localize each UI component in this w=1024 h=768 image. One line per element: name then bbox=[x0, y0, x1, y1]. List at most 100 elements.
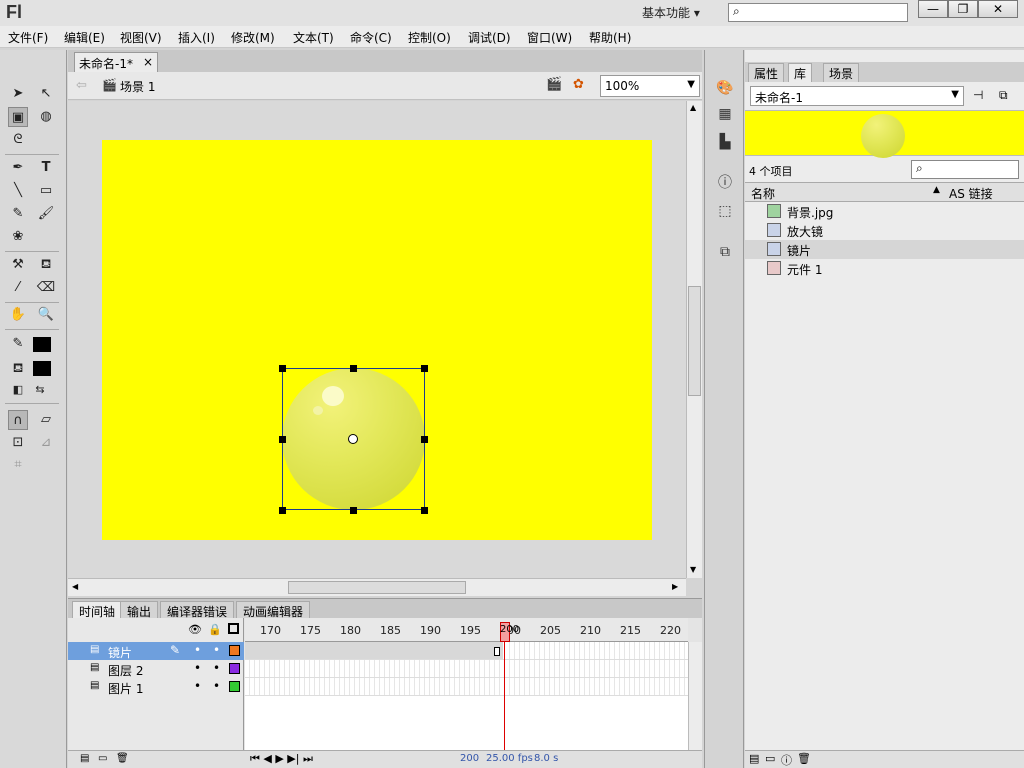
pencil-tool-icon[interactable]: ✎ bbox=[8, 204, 28, 224]
current-frame-value[interactable]: 200 bbox=[460, 753, 479, 764]
lock-dot[interactable]: • bbox=[213, 643, 220, 657]
playhead[interactable]: 200 bbox=[500, 622, 519, 642]
library-item[interactable]: 元件 1 bbox=[745, 259, 1024, 278]
tab-output[interactable]: 输出 bbox=[120, 601, 159, 619]
frame-row[interactable] bbox=[245, 660, 688, 678]
tab-timeline[interactable]: 时间轴 bbox=[72, 601, 123, 619]
layer-row[interactable]: ▤ 镜片 ✎ • • bbox=[68, 642, 244, 660]
scroll-down-icon[interactable]: ▼ bbox=[690, 565, 696, 574]
stage-horizontal-scrollbar[interactable]: ◀ ▶ bbox=[68, 578, 686, 596]
keyframe-marker[interactable] bbox=[494, 647, 500, 656]
menu-modify[interactable]: 修改(M) bbox=[231, 29, 275, 46]
scroll-left-icon[interactable]: ◀ bbox=[72, 582, 78, 591]
visibility-dot[interactable]: • bbox=[194, 643, 201, 657]
lock-icon[interactable]: 🔒 bbox=[208, 623, 222, 636]
menu-edit[interactable]: 编辑(E) bbox=[64, 29, 105, 46]
stage-vertical-scrollbar[interactable]: ▲ ▼ bbox=[686, 101, 702, 578]
lasso-tool-icon[interactable]: ᘓ bbox=[8, 130, 28, 150]
transform-handle[interactable] bbox=[421, 365, 428, 372]
lock-dot[interactable]: • bbox=[213, 679, 220, 693]
rotate-skew-icon[interactable]: ▱ bbox=[36, 410, 56, 430]
edit-symbols-icon[interactable]: ✿ bbox=[573, 77, 584, 92]
tab-scene[interactable]: 场景 bbox=[823, 63, 860, 82]
swap-colors-icon[interactable]: ⇆ bbox=[30, 380, 50, 400]
snap-to-objects-icon[interactable]: ∩ bbox=[8, 410, 28, 430]
info-panel-icon[interactable]: ⓘ bbox=[715, 173, 735, 193]
eraser-tool-icon[interactable]: ⌫ bbox=[36, 278, 56, 298]
layer-color-swatch[interactable] bbox=[229, 645, 240, 656]
menu-file[interactable]: 文件(F) bbox=[8, 29, 48, 46]
hand-tool-icon[interactable]: ✋ bbox=[8, 305, 28, 325]
frame-ruler[interactable]: 170 175 180 185 190 195 200 205 210 215 … bbox=[245, 618, 688, 642]
delete-layer-icon[interactable]: 🗑 bbox=[116, 753, 129, 764]
tab-motion-editor[interactable]: 动画编辑器 bbox=[236, 601, 311, 619]
zoom-select[interactable]: 100% ▼ bbox=[600, 75, 700, 97]
transform-handle[interactable] bbox=[279, 365, 286, 372]
transform-handle[interactable] bbox=[350, 365, 357, 372]
default-colors-icon[interactable]: ◧ bbox=[8, 380, 28, 400]
pen-tool-icon[interactable]: ✒ bbox=[8, 158, 28, 178]
3d-rotation-tool-icon[interactable]: ◍ bbox=[36, 107, 56, 127]
swatches-panel-icon[interactable]: ▦ bbox=[715, 104, 735, 124]
layer-row[interactable]: ▤ 图层 2 • • bbox=[68, 660, 244, 678]
menu-window[interactable]: 窗口(W) bbox=[527, 29, 572, 46]
layer-name[interactable]: 镜片 bbox=[108, 644, 132, 661]
new-library-panel-icon[interactable]: ⧉ bbox=[999, 88, 1008, 103]
layer-color-swatch[interactable] bbox=[229, 663, 240, 674]
help-search-input[interactable]: ⌕ bbox=[728, 3, 908, 22]
paint-bucket-tool-icon[interactable]: ⛾ bbox=[36, 255, 56, 275]
zoom-tool-icon[interactable]: 🔍 bbox=[36, 305, 56, 325]
tab-properties[interactable]: 属性 bbox=[748, 63, 785, 82]
text-tool-icon[interactable]: T bbox=[36, 158, 56, 178]
new-folder-icon[interactable]: ▭ bbox=[98, 753, 107, 764]
scene-breadcrumb[interactable]: 场景 1 bbox=[120, 78, 155, 95]
properties-icon[interactable]: ⓘ bbox=[781, 752, 792, 768]
frame-rate-value[interactable]: 25.00 fps bbox=[486, 753, 533, 764]
bone-tool-icon[interactable]: ⚒ bbox=[8, 255, 28, 275]
scroll-right-icon[interactable]: ▶ bbox=[672, 582, 678, 591]
subselection-tool-icon[interactable]: ↖ bbox=[36, 84, 56, 104]
transform-handle[interactable] bbox=[279, 507, 286, 514]
menu-help[interactable]: 帮助(H) bbox=[589, 29, 631, 46]
column-name[interactable]: 名称 bbox=[751, 185, 775, 202]
menu-commands[interactable]: 命令(C) bbox=[350, 29, 392, 46]
menu-text[interactable]: 文本(T) bbox=[293, 29, 334, 46]
selection-tool-icon[interactable]: ➤ bbox=[8, 84, 28, 104]
tab-compiler-errors[interactable]: 编译器错误 bbox=[160, 601, 235, 619]
fill-color-swatch[interactable] bbox=[33, 361, 51, 376]
new-folder-icon[interactable]: ▭ bbox=[765, 752, 775, 765]
timeline-vertical-scrollbar[interactable] bbox=[688, 642, 702, 758]
edit-scene-icon[interactable]: 🎬 bbox=[546, 77, 562, 92]
library-document-select[interactable]: 未命名-1 ▼ bbox=[750, 86, 964, 106]
close-button[interactable]: ✕ bbox=[978, 0, 1018, 18]
layer-row[interactable]: ▤ 图片 1 • • bbox=[68, 678, 244, 696]
line-tool-icon[interactable]: ╲ bbox=[8, 181, 28, 201]
pin-library-icon[interactable]: ⊣ bbox=[973, 88, 983, 102]
library-search-input[interactable]: ⌕ bbox=[911, 160, 1019, 179]
visibility-dot[interactable]: • bbox=[194, 679, 201, 693]
minimize-button[interactable]: — bbox=[918, 0, 948, 18]
horizontal-scroll-thumb[interactable] bbox=[288, 581, 466, 594]
menu-insert[interactable]: 插入(I) bbox=[178, 29, 215, 46]
layer-name[interactable]: 图层 2 bbox=[108, 662, 143, 679]
layer-color-swatch[interactable] bbox=[229, 681, 240, 692]
playback-controls-icon[interactable]: ⏮ ◀ ▶ ▶| ⏭ bbox=[250, 752, 313, 766]
frame-row[interactable] bbox=[245, 678, 688, 696]
library-item[interactable]: 放大镜 bbox=[745, 221, 1024, 240]
rectangle-tool-icon[interactable]: ▭ bbox=[36, 181, 56, 201]
eyedropper-tool-icon[interactable]: ⁄ bbox=[8, 278, 28, 298]
menu-debug[interactable]: 调试(D) bbox=[468, 29, 511, 46]
sort-up-icon[interactable]: ▲ bbox=[933, 185, 940, 195]
transform-center-point[interactable] bbox=[348, 434, 358, 444]
new-layer-icon[interactable]: ▤ bbox=[80, 753, 89, 764]
restore-button[interactable]: ❐ bbox=[948, 0, 978, 18]
delete-icon[interactable]: 🗑 bbox=[797, 752, 811, 765]
scale-icon[interactable]: ⊡ bbox=[8, 433, 28, 453]
transform-handle[interactable] bbox=[421, 436, 428, 443]
components-panel-icon[interactable]: ⧉ bbox=[715, 242, 735, 262]
brush-tool-icon[interactable]: 🖌 bbox=[36, 204, 56, 224]
eye-icon[interactable]: 👁 bbox=[188, 623, 202, 636]
back-arrow-icon[interactable]: ⇦ bbox=[76, 78, 87, 93]
transform-handle[interactable] bbox=[421, 507, 428, 514]
scroll-up-icon[interactable]: ▲ bbox=[690, 103, 696, 112]
